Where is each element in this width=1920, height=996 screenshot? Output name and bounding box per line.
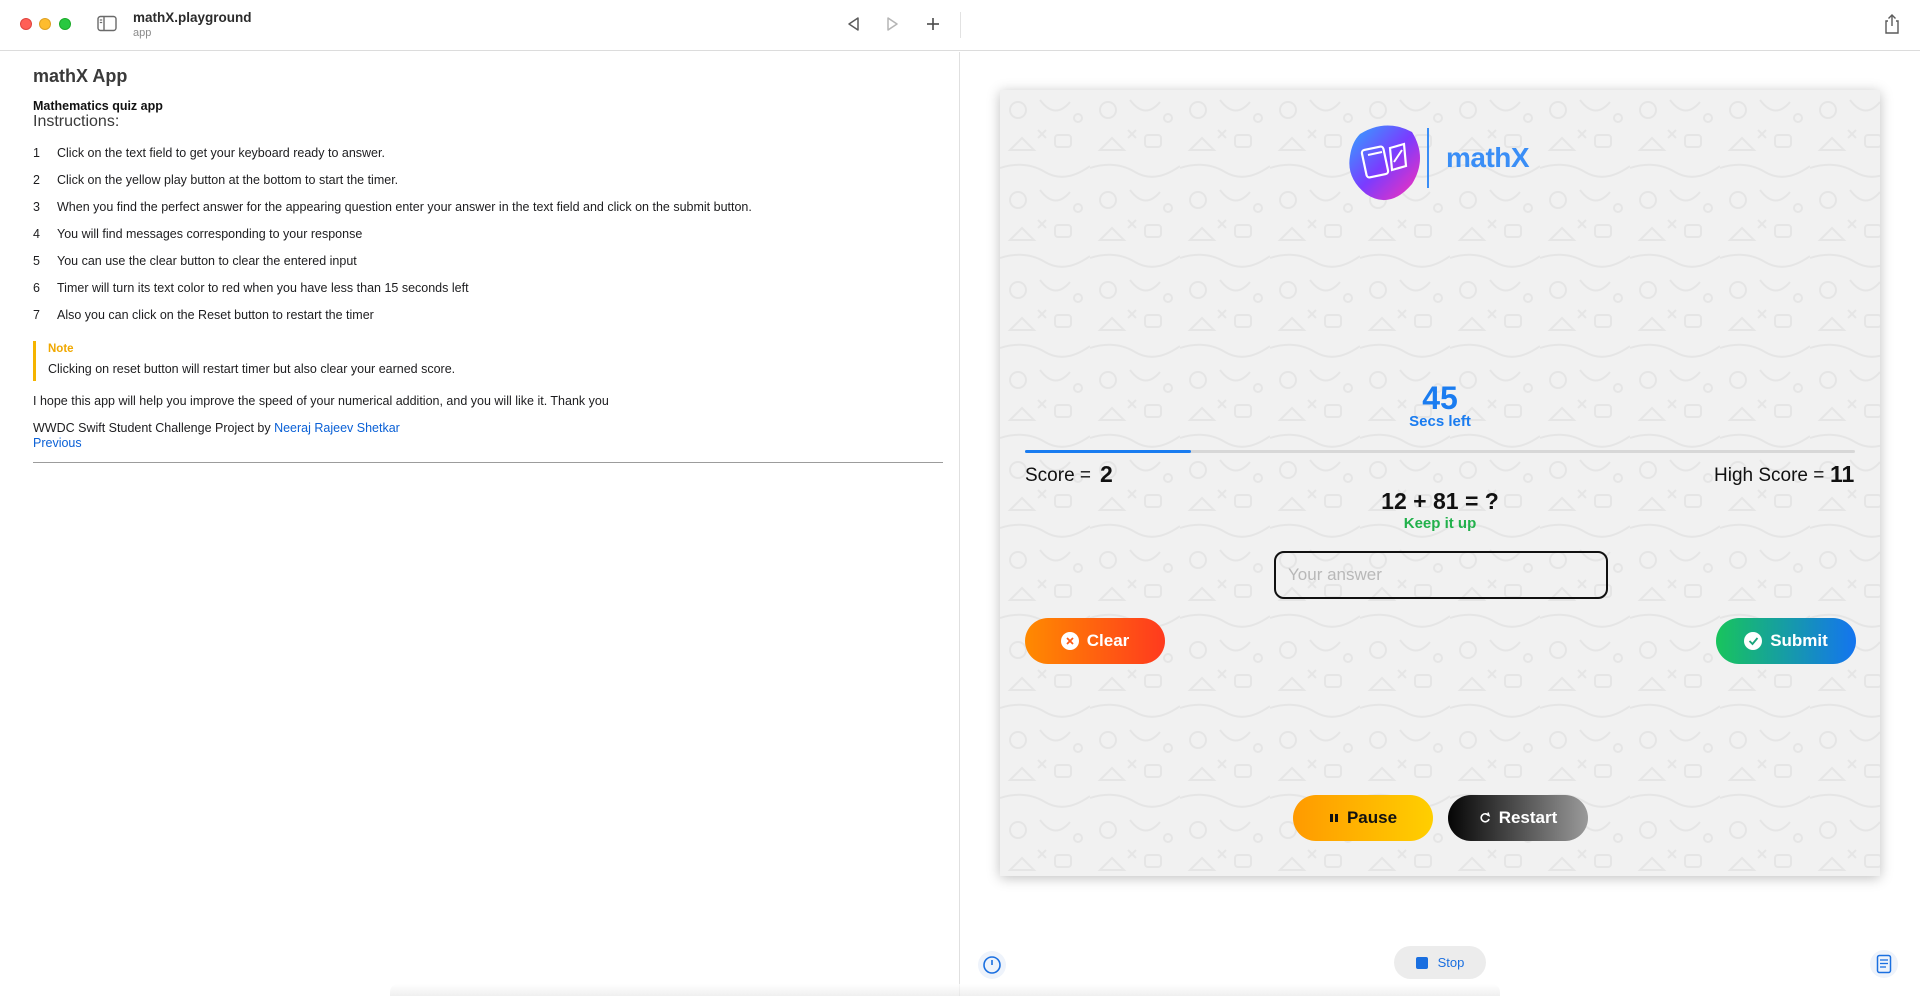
step-number: 5 — [33, 254, 40, 268]
timer-label: Secs left — [1409, 413, 1471, 430]
plus-icon — [927, 18, 939, 30]
list-item: 3 When you find the perfect answer for th… — [33, 200, 943, 227]
clear-label: Clear — [1086, 631, 1130, 650]
list-item: 1 Click on the text field to get your key… — [33, 146, 943, 173]
thanks-text: I hope this app will help you improve th… — [33, 394, 609, 408]
divider — [33, 462, 943, 463]
pane-divider[interactable] — [959, 52, 960, 996]
author-link[interactable]: Neeraj Rajeev Shetkar — [274, 421, 400, 435]
playground-window: mathX.playground app mathX App Mathemati… — [0, 0, 1920, 996]
stop-icon — [1415, 956, 1428, 969]
back-button[interactable] — [842, 13, 864, 35]
step-number: 2 — [33, 173, 40, 187]
bottom-shadow — [390, 984, 1500, 996]
share-icon — [1885, 14, 1899, 34]
answer-input[interactable] — [1274, 551, 1608, 599]
list-item: 4 You will find messages corresponding to… — [33, 227, 943, 254]
restart-icon — [1480, 812, 1490, 823]
instructions-list: 1 Click on the text field to get your key… — [33, 146, 943, 335]
document-subtitle: app — [133, 27, 152, 39]
play-icon — [887, 17, 898, 31]
documentation-button[interactable] — [1870, 950, 1898, 978]
step-text: You can use the clear button to clear th… — [57, 254, 357, 268]
logo-separator — [1427, 128, 1429, 188]
document-title: mathX.playground — [133, 10, 252, 25]
credit-line: WWDC Swift Student Challenge Project by … — [33, 421, 400, 435]
stop-label: Stop — [1437, 955, 1465, 970]
restart-label: Restart — [1498, 808, 1558, 827]
title-bar: mathX.playground app — [0, 0, 1920, 51]
document-icon — [1876, 954, 1892, 974]
page-title: mathX App — [33, 66, 128, 86]
step-text: Click on the yellow play button at the b… — [57, 173, 399, 187]
sidebar-toggle-icon[interactable] — [97, 15, 117, 32]
page-subtitle: Mathematics quiz app — [33, 99, 163, 113]
step-text: You will find messages corresponding to … — [57, 227, 363, 241]
pause-button[interactable]: Pause — [1293, 795, 1433, 841]
pause-label: Pause — [1346, 808, 1398, 827]
step-text: Also you can click on the Reset button t… — [57, 308, 374, 322]
step-number: 7 — [33, 308, 40, 322]
submit-label: Submit — [1770, 631, 1828, 650]
note-text: Clicking on reset button will restart ti… — [48, 362, 456, 376]
submit-button[interactable]: Submit — [1716, 618, 1856, 664]
list-item: 2 Click on the yellow play button at the … — [33, 173, 943, 200]
stop-button[interactable]: Stop — [1394, 946, 1486, 979]
pause-icon — [1329, 814, 1338, 822]
forward-button[interactable] — [881, 13, 903, 35]
close-window-button[interactable] — [20, 18, 32, 30]
score-label: Score = — [1025, 465, 1092, 486]
list-item: 6 Timer will turn its text color to red w… — [33, 281, 943, 308]
high-score-value: 11 — [1830, 461, 1855, 487]
step-number: 3 — [33, 200, 40, 214]
step-text: When you find the perfect answer for the… — [57, 200, 752, 214]
chevron-left-icon — [848, 17, 859, 31]
step-number: 1 — [33, 146, 40, 160]
credit-prefix: WWDC Swift Student Challenge Project by — [33, 421, 275, 435]
add-button[interactable] — [922, 13, 944, 35]
high-score-label: High Score = — [1714, 465, 1825, 486]
note-callout: Note Clicking on reset button will resta… — [33, 341, 933, 381]
zoom-window-button[interactable] — [59, 18, 71, 30]
timer-progress-track — [1025, 450, 1855, 453]
minimize-window-button[interactable] — [39, 18, 51, 30]
step-number: 4 — [33, 227, 40, 241]
xmark-circle-icon — [1060, 632, 1079, 650]
toolbar-divider — [960, 12, 961, 38]
previous-link[interactable]: Previous — [33, 436, 82, 450]
step-text: Click on the text field to get your keyb… — [57, 146, 385, 160]
app-logo-icon — [1346, 122, 1420, 202]
list-item: 7 Also you can click on the Reset button … — [33, 308, 943, 335]
timer-gauge-button[interactable] — [978, 951, 1006, 979]
list-item: 5 You can use the clear button to clear t… — [33, 254, 943, 281]
instructions-heading: Instructions: — [33, 113, 120, 130]
note-title: Note — [48, 343, 74, 355]
live-view: mathX 45 Secs left Score = 2 High Score … — [1000, 90, 1880, 876]
timer-progress-fill — [1025, 450, 1191, 453]
checkmark-circle-icon — [1744, 632, 1763, 650]
timer-value: 45 — [1422, 380, 1458, 416]
step-number: 6 — [33, 281, 40, 295]
restart-button[interactable]: Restart — [1448, 795, 1588, 841]
feedback-message: Keep it up — [1403, 515, 1477, 532]
step-text: Timer will turn its text color to red wh… — [57, 281, 469, 295]
question-text: 12 + 81 = ? — [1381, 488, 1499, 514]
score-value: 2 — [1100, 461, 1113, 487]
gauge-icon — [983, 956, 1001, 974]
brand-name: mathX — [1446, 142, 1530, 173]
clear-button[interactable]: Clear — [1025, 618, 1165, 664]
share-button[interactable] — [1882, 13, 1904, 35]
